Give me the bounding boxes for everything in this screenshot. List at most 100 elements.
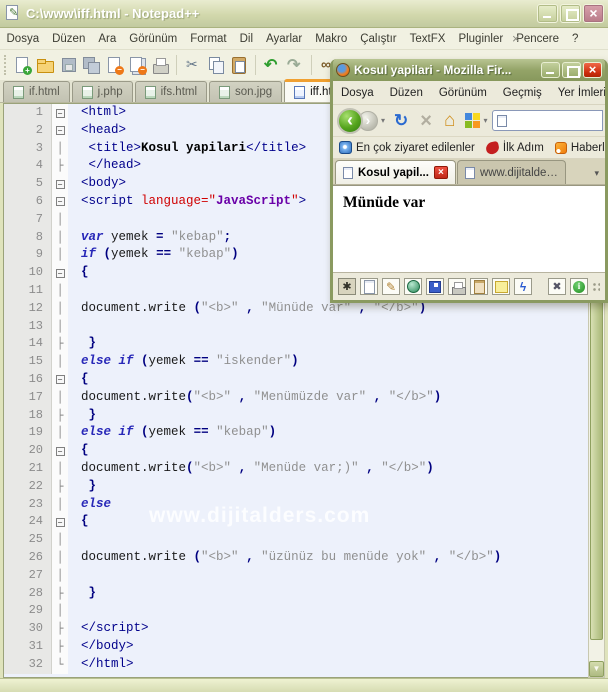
fold-box-icon[interactable]: −	[55, 108, 65, 118]
fold-marker: │	[52, 531, 68, 549]
code-text: <html>	[81, 105, 127, 119]
fold-box-icon[interactable]: −	[55, 126, 65, 136]
globe-icon[interactable]	[404, 278, 422, 295]
fold-marker: │	[52, 281, 68, 300]
code-line: 28 ├ }	[4, 584, 588, 603]
npp-menu-item[interactable]: Düzen	[46, 28, 92, 50]
fold-marker[interactable]: −	[52, 192, 68, 211]
bookmark-item[interactable]: En çok ziyaret edilenler	[339, 141, 475, 154]
fold-box-icon[interactable]: −	[55, 179, 65, 189]
npp-titlebar[interactable]: ✎ C:\www\iff.html - Notepad++	[0, 0, 608, 28]
fold-box-icon[interactable]: −	[55, 268, 65, 278]
resize-grip-icon[interactable]	[592, 281, 600, 292]
npp-tab[interactable]: j.php	[71, 81, 133, 102]
home-icon[interactable]: ⌂	[438, 110, 461, 132]
line-number: 3	[4, 139, 52, 158]
ff-menu-item[interactable]: Görünüm	[431, 81, 495, 104]
ff-maximize-button[interactable]	[562, 62, 581, 78]
new-file-icon[interactable]	[12, 55, 32, 75]
bookmark-item[interactable]: İlk Adım	[484, 140, 544, 155]
firefox-app-icon	[336, 63, 350, 77]
cut-icon[interactable]	[183, 55, 203, 75]
npp-menu-item[interactable]: Format	[184, 28, 233, 50]
npp-doc-close-icon[interactable]: ×	[512, 28, 520, 50]
fold-marker[interactable]: −	[52, 104, 68, 122]
fold-marker[interactable]: −	[52, 264, 68, 282]
npp-tab[interactable]: if.html	[3, 81, 70, 102]
line-number: 29	[4, 602, 52, 621]
redo-icon[interactable]	[285, 55, 305, 75]
page-icon	[343, 166, 353, 179]
bookmarks-grid-icon[interactable]	[465, 113, 481, 128]
open-folder-icon[interactable]	[35, 55, 55, 75]
info-icon[interactable]	[570, 278, 588, 295]
npp-menu-item[interactable]: Ayarlar	[260, 28, 309, 50]
npp-menu-item[interactable]: Çalıştır	[354, 28, 403, 50]
npp-menu-item[interactable]: ?	[566, 28, 585, 50]
fold-box-icon[interactable]: −	[55, 375, 65, 385]
npp-menu-item[interactable]: Görünüm	[123, 28, 184, 50]
fold-box-icon[interactable]: −	[55, 517, 65, 527]
ff-menu-item[interactable]: Dosya	[333, 81, 382, 104]
close-tab-icon[interactable]: ×	[433, 166, 448, 179]
code-text: else if (yemek == "iskender")	[81, 354, 299, 369]
firefox-tab[interactable]: Kosul yapil... ×	[335, 160, 456, 184]
paste-icon[interactable]	[229, 55, 249, 75]
firefox-tab[interactable]: www.dijitalders....	[456, 160, 566, 184]
print-icon[interactable]	[150, 55, 170, 75]
toolbar-grip[interactable]	[4, 55, 7, 75]
history-dropdown-icon[interactable]: ▾	[378, 116, 388, 125]
stop-icon[interactable]: ×	[414, 111, 438, 131]
tools-icon[interactable]	[548, 278, 566, 295]
undo-icon[interactable]	[262, 55, 282, 75]
code-text: <script language="JavaScript">	[81, 193, 307, 208]
save-icon[interactable]	[58, 55, 78, 75]
fold-marker[interactable]: −	[52, 442, 68, 460]
ff-titlebar[interactable]: Kosul yapilari - Mozilla Fir...	[333, 59, 605, 81]
npp-menu-item[interactable]: Dosya	[0, 28, 46, 50]
scrollbar-down-arrow-icon[interactable]: ▼	[589, 661, 604, 677]
reload-icon[interactable]: ↻	[388, 111, 414, 131]
grid-dropdown-icon[interactable]: ▾	[480, 116, 490, 125]
fold-marker[interactable]: −	[52, 513, 68, 532]
npp-menu-item[interactable]: Dil	[233, 28, 259, 50]
close-all-icon[interactable]	[127, 55, 147, 75]
fold-marker[interactable]: −	[52, 370, 68, 389]
npp-menu-item[interactable]: Makro	[309, 28, 354, 50]
location-bar[interactable]	[492, 110, 603, 131]
npp-tab[interactable]: ifs.html	[134, 81, 208, 102]
floppy-icon[interactable]	[426, 278, 444, 295]
clipboard-icon[interactable]	[470, 278, 488, 295]
fold-marker[interactable]: −	[52, 121, 68, 140]
bug-icon[interactable]	[338, 278, 356, 295]
ff-menu-item[interactable]: Geçmiş	[495, 81, 550, 104]
fold-marker[interactable]: −	[52, 175, 68, 193]
save-all-icon[interactable]	[81, 55, 101, 75]
ff-minimize-button[interactable]	[541, 62, 560, 78]
npp-minimize-button[interactable]	[537, 4, 558, 23]
npp-menu-item[interactable]: Ara	[92, 28, 123, 50]
npp-menu-item[interactable]: Pluginler	[452, 28, 510, 50]
fold-box-icon[interactable]: −	[55, 446, 65, 456]
fold-marker: ├	[52, 637, 68, 656]
back-button[interactable]: ‹	[337, 107, 363, 134]
line-number: 13	[4, 317, 52, 336]
tab-list-dropdown-icon[interactable]: ▾	[590, 168, 605, 184]
ff-close-button[interactable]	[583, 62, 602, 78]
note-icon[interactable]	[492, 278, 510, 295]
page-icon[interactable]	[360, 278, 378, 295]
npp-tab[interactable]: son.jpg	[209, 81, 283, 102]
pencil-icon[interactable]	[382, 278, 400, 295]
npp-menu-item[interactable]: TextFX	[403, 28, 452, 50]
close-file-icon[interactable]	[104, 55, 124, 75]
npp-close-button[interactable]	[583, 4, 604, 23]
lightning-icon[interactable]	[514, 278, 532, 295]
printer-icon[interactable]	[448, 278, 466, 295]
fold-box-icon[interactable]: −	[55, 197, 65, 207]
ff-menu-item[interactable]: Yer İmleri	[550, 81, 605, 104]
line-number: 4	[4, 157, 52, 176]
bookmark-item[interactable]: Haberler	[554, 141, 605, 154]
ff-menu-item[interactable]: Düzen	[382, 81, 431, 104]
npp-maximize-button[interactable]	[560, 4, 581, 23]
copy-icon[interactable]	[206, 55, 226, 75]
